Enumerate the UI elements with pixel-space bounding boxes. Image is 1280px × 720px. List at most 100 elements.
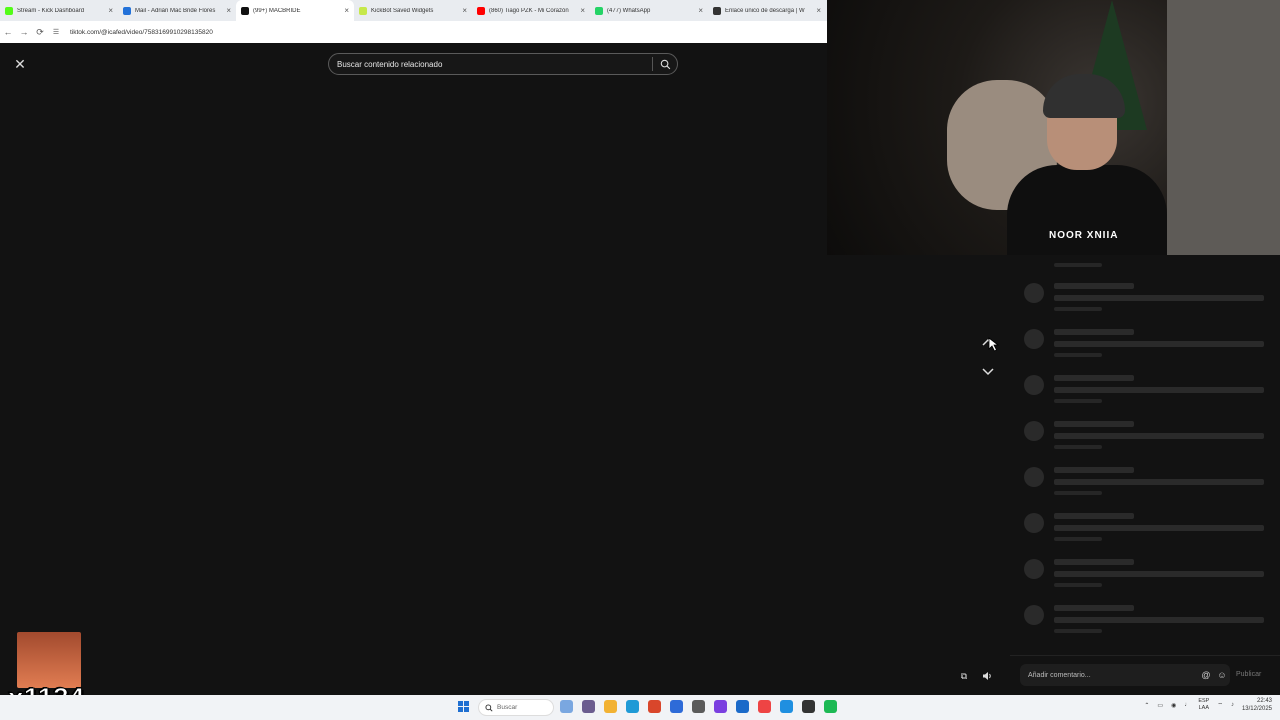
shelf bbox=[1167, 0, 1280, 255]
taskbar-app-icon[interactable] bbox=[780, 700, 793, 713]
site-info-icon[interactable]: ☰ bbox=[48, 28, 64, 36]
tab-favicon-icon bbox=[123, 6, 131, 15]
chevron-down-icon bbox=[982, 368, 994, 376]
wifi-icon[interactable]: ⌔ bbox=[1217, 701, 1223, 709]
language-indicator[interactable]: ESP LAA bbox=[1198, 698, 1209, 712]
browser-tab-bar: Stream - Kick Dashboard × Mail - Adrián Ma… bbox=[0, 0, 827, 21]
tab-close-icon[interactable]: × bbox=[108, 6, 113, 15]
lang-top: ESP bbox=[1198, 698, 1210, 704]
comment-bar: Añadir comentario... @ ☺ Publicar bbox=[1010, 655, 1280, 696]
tab-favicon-icon bbox=[359, 6, 367, 15]
skeleton-avatar bbox=[1024, 375, 1044, 395]
skeleton-line bbox=[1054, 445, 1102, 449]
tab-title: Mail - Adrián Mac Bride Flores bbox=[135, 7, 216, 14]
comment-placeholder[interactable]: Añadir comentario... bbox=[1020, 672, 1198, 679]
tab-close-icon[interactable]: × bbox=[344, 6, 349, 15]
comment-skeleton-row bbox=[1024, 329, 1264, 365]
browser-tab[interactable]: (860) Tiago PZK - Mi Corazón × bbox=[472, 0, 590, 21]
skeleton-line bbox=[1054, 491, 1102, 495]
taskbar-app-icon[interactable] bbox=[626, 700, 639, 713]
streamer-shirt bbox=[1007, 165, 1167, 255]
taskbar-apps bbox=[560, 700, 837, 713]
comment-skeleton-row bbox=[1024, 513, 1264, 549]
browser-tab[interactable]: KickBot Saved Widgets × bbox=[354, 0, 472, 21]
search-icon[interactable] bbox=[653, 59, 677, 70]
taskbar-app-icon[interactable] bbox=[714, 700, 727, 713]
tab-favicon-icon bbox=[477, 6, 485, 15]
browser-tab[interactable]: Enlace único de descarga | W × bbox=[708, 0, 826, 21]
picture-in-picture-icon[interactable]: ⧉ bbox=[955, 667, 973, 685]
skeleton-avatar bbox=[1024, 513, 1044, 533]
taskbar-app-icon[interactable] bbox=[758, 700, 771, 713]
taskbar-app-icon[interactable] bbox=[648, 700, 661, 713]
comment-input[interactable]: Añadir comentario... @ ☺ bbox=[1020, 664, 1230, 686]
tab-close-icon[interactable]: × bbox=[816, 6, 821, 15]
comment-skeleton-row bbox=[1024, 283, 1264, 319]
emote-image bbox=[17, 632, 81, 688]
taskbar-app-icon[interactable] bbox=[736, 700, 749, 713]
shirt-print: NOOR XNIIA bbox=[1049, 230, 1119, 241]
taskbar-app-icon[interactable] bbox=[582, 700, 595, 713]
taskbar-app-icon[interactable] bbox=[824, 700, 837, 713]
reload-icon[interactable]: ⟳ bbox=[32, 27, 48, 38]
skeleton-line bbox=[1054, 617, 1264, 623]
comment-skeleton-row bbox=[1024, 421, 1264, 457]
skeleton-avatar bbox=[1024, 467, 1044, 487]
search-icon bbox=[485, 703, 493, 712]
back-icon[interactable]: ← bbox=[0, 27, 16, 37]
tab-favicon-icon bbox=[713, 6, 721, 15]
skeleton-line bbox=[1054, 375, 1134, 381]
browser-tab[interactable]: Mail - Adrián Mac Bride Flores × bbox=[118, 0, 236, 21]
skeleton-line bbox=[1054, 341, 1264, 347]
skeleton-line bbox=[1054, 629, 1102, 633]
forward-icon[interactable]: → bbox=[16, 27, 32, 37]
skeleton-line bbox=[1054, 513, 1134, 519]
comment-skeleton-row bbox=[1024, 467, 1264, 503]
tab-close-icon[interactable]: × bbox=[698, 6, 703, 15]
tab-title: KickBot Saved Widgets bbox=[371, 7, 434, 14]
volume-icon[interactable] bbox=[978, 667, 996, 685]
skeleton-line bbox=[1054, 399, 1102, 403]
close-icon[interactable]: ✕ bbox=[9, 53, 31, 75]
skeleton-line bbox=[1054, 295, 1264, 301]
streamer-cap bbox=[1043, 74, 1125, 118]
skeleton-line bbox=[1054, 583, 1102, 587]
mouse-cursor-icon bbox=[988, 337, 1000, 352]
taskbar-app-icon[interactable] bbox=[560, 700, 573, 713]
skeleton-line bbox=[1054, 283, 1134, 289]
mic-icon[interactable]: ♩ bbox=[1184, 702, 1190, 708]
skeleton-line bbox=[1054, 559, 1134, 565]
browser-tab[interactable]: Stream - Kick Dashboard × bbox=[0, 0, 118, 21]
browser-tab[interactable]: (477) WhatsApp × bbox=[590, 0, 708, 21]
taskbar-app-icon[interactable] bbox=[604, 700, 617, 713]
mention-icon[interactable]: @ bbox=[1198, 670, 1214, 680]
tab-close-icon[interactable]: × bbox=[226, 6, 231, 15]
tab-close-icon[interactable]: × bbox=[462, 6, 467, 15]
skeleton-avatar bbox=[1024, 283, 1044, 303]
search-input[interactable]: Buscar contenido relacionado bbox=[329, 60, 652, 69]
comment-skeleton-row bbox=[1024, 605, 1264, 641]
skeleton-line bbox=[1054, 263, 1102, 267]
taskbar-app-icon[interactable] bbox=[670, 700, 683, 713]
taskbar-search[interactable]: Buscar bbox=[478, 699, 554, 716]
start-icon[interactable] bbox=[458, 701, 469, 712]
related-search-box[interactable]: Buscar contenido relacionado bbox=[328, 53, 678, 75]
clock-date: 13/12/2025 bbox=[1241, 706, 1272, 712]
system-tray: ⌃ ▭ ◉ ♩ ESP LAA ⌔ ♪ 22:43 13/12/2025 bbox=[1144, 697, 1272, 713]
taskbar-search-label: Buscar bbox=[497, 704, 518, 711]
next-video-button[interactable] bbox=[978, 361, 998, 381]
skeleton-line bbox=[1054, 307, 1102, 311]
address-bar: ← → ⟳ ☰ tiktok.com/@icafed/video/7583169… bbox=[0, 21, 827, 43]
browser-tab[interactable]: (99+) MACBRIDE × bbox=[236, 0, 354, 21]
clock[interactable]: 22:43 13/12/2025 bbox=[1242, 697, 1272, 713]
taskbar-app-icon[interactable] bbox=[802, 700, 815, 713]
speaker-icon[interactable]: ♪ bbox=[1231, 702, 1234, 708]
tray-app-icon[interactable]: ◉ bbox=[1171, 702, 1176, 709]
emoji-icon[interactable]: ☺ bbox=[1214, 670, 1230, 680]
network-icon[interactable]: ▭ bbox=[1157, 702, 1163, 709]
taskbar-app-icon[interactable] bbox=[692, 700, 705, 713]
tab-close-icon[interactable]: × bbox=[580, 6, 585, 15]
publish-button[interactable]: Publicar bbox=[1236, 671, 1261, 678]
tray-overflow-icon[interactable]: ⌃ bbox=[1144, 702, 1149, 709]
url-text[interactable]: tiktok.com/@icafed/video/758316991029813… bbox=[70, 29, 213, 36]
